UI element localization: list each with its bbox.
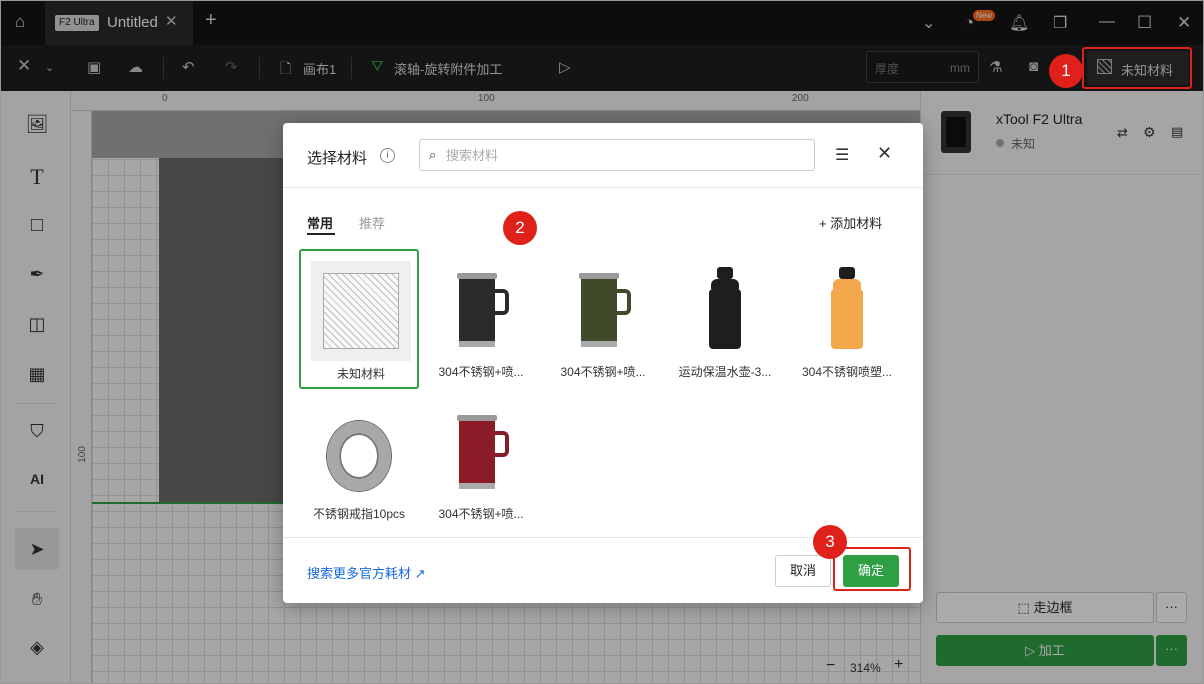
material-card-label: 304不锈钢+喷... bbox=[438, 365, 524, 379]
unknown-material-image bbox=[311, 261, 411, 361]
material-card-label: 304不锈钢+喷... bbox=[560, 365, 646, 379]
add-material-button[interactable]: + 添加材料 bbox=[819, 213, 882, 232]
tab-recommended[interactable]: 推荐 bbox=[359, 213, 385, 232]
add-material-label: 添加材料 bbox=[830, 216, 883, 231]
material-card-unknown[interactable]: 未知材料 bbox=[299, 249, 419, 389]
material-card-mug-black[interactable]: 304不锈钢+喷... bbox=[421, 249, 541, 389]
callout-box-confirm bbox=[833, 547, 911, 591]
app-window: ⌂ F2 Ultra Untitled ✕ + ⌄ ◔ New 🔔︎ ❐ — ☐… bbox=[0, 0, 1204, 684]
orange-bottle-image bbox=[797, 259, 897, 359]
material-search-input[interactable] bbox=[446, 145, 806, 165]
material-card-label: 运动保温水壶-3... bbox=[678, 365, 772, 379]
green-mug-image bbox=[553, 259, 653, 359]
material-card-mug-green[interactable]: 304不锈钢+喷... bbox=[543, 249, 663, 389]
material-card-label: 304不锈钢+喷... bbox=[438, 507, 524, 521]
callout-number: 3 bbox=[813, 525, 847, 559]
callout-number: 2 bbox=[503, 211, 537, 245]
search-more-materials-link[interactable]: 搜索更多官方耗材 ↗ bbox=[307, 563, 426, 582]
info-icon[interactable]: i bbox=[380, 148, 395, 163]
material-card-bottle-black[interactable]: 运动保温水壶-3... bbox=[665, 249, 785, 389]
search-icon: ⌕ bbox=[429, 147, 437, 162]
callout-number: 1 bbox=[1049, 54, 1083, 88]
black-bottle-image bbox=[675, 259, 775, 359]
material-card-mug-red[interactable]: 304不锈钢+喷... bbox=[421, 391, 541, 531]
material-card-label: 不锈钢戒指10pcs bbox=[312, 507, 406, 521]
dialog-title: 选择材料 bbox=[307, 150, 368, 167]
cancel-button[interactable]: 取消 bbox=[775, 555, 831, 587]
plus-icon: + bbox=[819, 216, 831, 231]
tab-common[interactable]: 常用 bbox=[307, 213, 333, 232]
red-mug-image bbox=[431, 401, 531, 501]
material-search[interactable]: ⌕ bbox=[419, 139, 815, 171]
filter-icon[interactable]: ☰ bbox=[835, 145, 849, 165]
material-card-ring[interactable]: 不锈钢戒指10pcs bbox=[299, 391, 419, 531]
steel-ring-image bbox=[309, 401, 409, 501]
dialog-close-icon[interactable]: ✕ bbox=[877, 143, 892, 164]
black-mug-image bbox=[431, 259, 531, 359]
callout-box-material bbox=[1082, 47, 1192, 89]
tab-active-underline bbox=[307, 233, 335, 235]
material-card-label: 304不锈钢喷塑... bbox=[801, 365, 893, 379]
material-card-label: 未知材料 bbox=[336, 367, 385, 381]
dialog-divider bbox=[283, 187, 923, 188]
material-card-bottle-orange[interactable]: 304不锈钢喷塑... bbox=[787, 249, 907, 389]
